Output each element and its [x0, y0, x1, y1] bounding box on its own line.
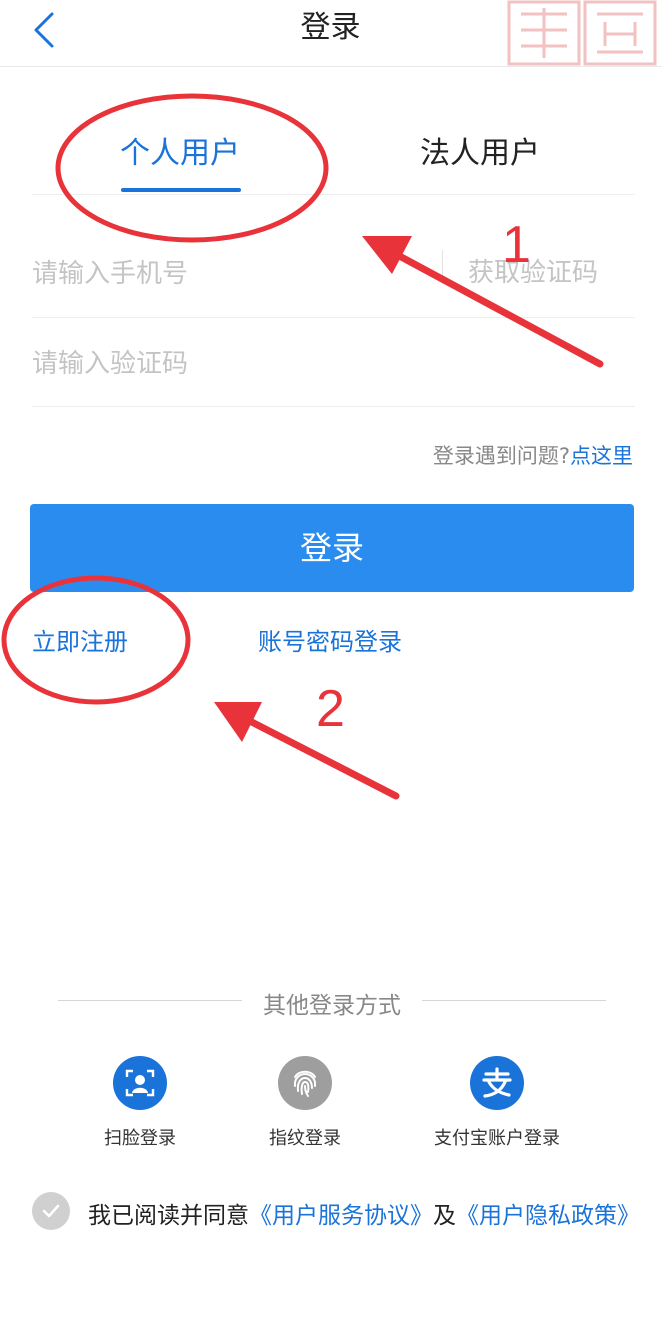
divider — [32, 317, 635, 318]
get-code-button[interactable]: 获取验证码 — [468, 252, 598, 289]
fingerprint-login-label: 指纹登录 — [269, 1128, 341, 1149]
agreement-text: 我已阅读并同意《用户服务协议》及《用户隐私政策》 — [88, 1196, 640, 1230]
help-link[interactable]: 点这里 — [570, 444, 633, 468]
face-login-label: 扫脸登录 — [104, 1128, 176, 1149]
agreement-and: 及 — [433, 1203, 456, 1229]
fingerprint-login-button[interactable]: 指纹登录 — [225, 1056, 385, 1150]
help-question: 登录遇到问题? — [432, 444, 570, 468]
alipay-login-label: 支付宝账户登录 — [434, 1128, 560, 1149]
alipay-login-button[interactable]: 支付宝账户登录 — [417, 1056, 577, 1150]
agreement-prefix: 我已阅读并同意 — [88, 1203, 249, 1229]
password-login-link[interactable]: 账号密码登录 — [258, 622, 402, 657]
check-icon — [42, 1204, 60, 1218]
other-login-title: 其他登录方式 — [263, 993, 401, 1019]
tab-divider — [32, 194, 635, 195]
divider — [32, 406, 635, 407]
annotation-arrow-2 — [214, 702, 400, 800]
divider-right — [422, 1000, 606, 1001]
divider-left — [58, 1000, 242, 1001]
watermark-seal — [507, 0, 657, 66]
register-link[interactable]: 立即注册 — [32, 622, 128, 657]
tab-legal-user[interactable]: 法人用户 — [400, 128, 560, 180]
face-scan-icon — [113, 1056, 167, 1110]
privacy-policy-link[interactable]: 《用户隐私政策》 — [456, 1203, 640, 1229]
face-login-button[interactable]: 扫脸登录 — [60, 1056, 220, 1150]
get-code-separator — [442, 250, 443, 284]
tab-personal-user[interactable]: 个人用户 — [100, 128, 260, 180]
fingerprint-icon — [278, 1056, 332, 1110]
alipay-icon — [470, 1056, 524, 1110]
login-button[interactable]: 登录 — [30, 504, 634, 592]
verification-code-input[interactable] — [32, 334, 412, 394]
annotation-label-2: 2 — [316, 680, 345, 738]
active-tab-indicator — [121, 188, 241, 192]
service-agreement-link[interactable]: 《用户服务协议》 — [249, 1203, 433, 1229]
agreement-checkbox[interactable] — [32, 1192, 70, 1230]
phone-input[interactable] — [32, 244, 412, 304]
login-help-text: 登录遇到问题?点这里 — [433, 440, 633, 470]
phone-row: 获取验证码 — [32, 230, 635, 318]
code-row — [32, 320, 635, 408]
